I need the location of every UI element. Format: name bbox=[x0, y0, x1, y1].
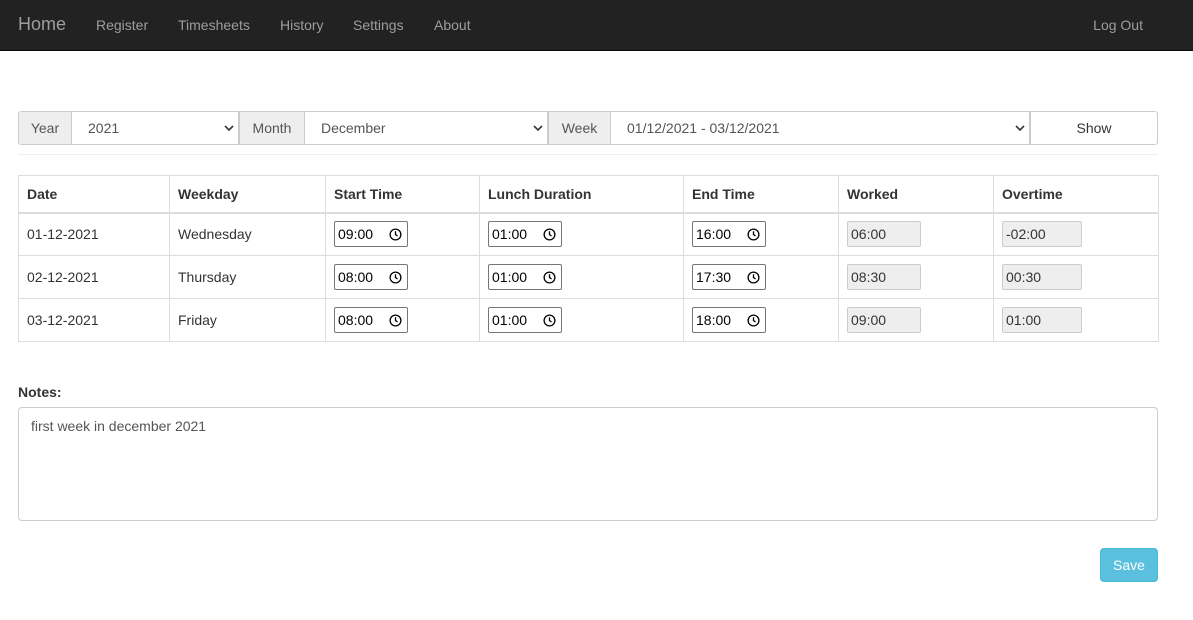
month-select[interactable]: December bbox=[304, 111, 548, 145]
worked-field: 06:00 bbox=[847, 221, 921, 248]
week-select-value: 01/12/2021 - 03/12/2021 bbox=[627, 120, 780, 136]
clock-icon[interactable] bbox=[389, 228, 402, 241]
weekday-cell: Wednesday bbox=[169, 212, 326, 256]
header-weekday: Weekday bbox=[169, 175, 326, 214]
clock-icon[interactable] bbox=[543, 314, 556, 327]
weekday-cell: Thursday bbox=[169, 255, 326, 299]
clock-icon[interactable] bbox=[747, 314, 760, 327]
clock-icon[interactable] bbox=[747, 228, 760, 241]
end-time-value: 17:30 bbox=[696, 269, 732, 285]
notes-label: Notes: bbox=[18, 384, 62, 400]
clock-icon[interactable] bbox=[389, 314, 402, 327]
table-row: 02-12-2021 Thursday 08:00 01:00 17:30 08… bbox=[18, 255, 1159, 299]
date-cell: 02-12-2021 bbox=[18, 255, 170, 299]
overtime-field: -02:00 bbox=[1002, 221, 1082, 248]
date-cell: 03-12-2021 bbox=[18, 298, 170, 342]
nav-register-link[interactable]: Register bbox=[96, 16, 148, 34]
start-time-input[interactable]: 08:00 bbox=[334, 264, 408, 290]
week-label: Week bbox=[548, 111, 611, 145]
year-label: Year bbox=[18, 111, 72, 145]
table-header-row: Date Weekday Start Time Lunch Duration E… bbox=[18, 175, 1159, 214]
start-time-value: 08:00 bbox=[338, 312, 374, 328]
lunch-duration-input[interactable]: 01:00 bbox=[488, 264, 562, 290]
clock-icon[interactable] bbox=[747, 271, 760, 284]
week-filter-bar: Year 2021 Month December Week 01/12/2021… bbox=[18, 111, 1158, 145]
end-time-input[interactable]: 18:00 bbox=[692, 307, 766, 333]
navbar: Home Register Timesheets History Setting… bbox=[0, 0, 1193, 51]
chevron-down-icon bbox=[533, 125, 543, 132]
end-time-input[interactable]: 17:30 bbox=[692, 264, 766, 290]
nav-logout-link[interactable]: Log Out bbox=[1093, 16, 1143, 34]
timesheet-table: Date Weekday Start Time Lunch Duration E… bbox=[18, 175, 1159, 342]
month-select-value: December bbox=[321, 120, 386, 136]
clock-icon[interactable] bbox=[543, 228, 556, 241]
nav-history-link[interactable]: History bbox=[280, 16, 324, 34]
worked-field: 08:30 bbox=[847, 264, 921, 290]
start-time-value: 08:00 bbox=[338, 269, 374, 285]
lunch-duration-value: 01:00 bbox=[492, 312, 528, 328]
date-cell: 01-12-2021 bbox=[18, 212, 170, 256]
year-select-value: 2021 bbox=[88, 120, 120, 136]
nav-about-link[interactable]: About bbox=[434, 16, 471, 34]
table-row: 01-12-2021 Wednesday 09:00 01:00 16:00 0… bbox=[18, 212, 1159, 256]
header-start-time: Start Time bbox=[325, 175, 480, 214]
header-end-time: End Time bbox=[683, 175, 839, 214]
start-time-value: 09:00 bbox=[338, 226, 374, 243]
year-select[interactable]: 2021 bbox=[71, 111, 239, 145]
nav-settings-link[interactable]: Settings bbox=[353, 16, 404, 34]
worked-field: 09:00 bbox=[847, 307, 921, 333]
lunch-duration-input[interactable]: 01:00 bbox=[488, 221, 562, 248]
notes-textarea[interactable]: first week in december 2021 bbox=[18, 407, 1158, 521]
show-button[interactable]: Show bbox=[1030, 111, 1158, 145]
header-overtime: Overtime bbox=[993, 175, 1159, 214]
nav-timesheets-link[interactable]: Timesheets bbox=[178, 16, 250, 34]
end-time-value: 18:00 bbox=[696, 312, 732, 328]
start-time-input[interactable]: 08:00 bbox=[334, 307, 408, 333]
header-date: Date bbox=[18, 175, 170, 214]
divider bbox=[18, 154, 1158, 155]
header-lunch-duration: Lunch Duration bbox=[479, 175, 684, 214]
overtime-field: 00:30 bbox=[1002, 264, 1082, 290]
overtime-field: 01:00 bbox=[1002, 307, 1082, 333]
lunch-duration-value: 01:00 bbox=[492, 226, 528, 243]
lunch-duration-value: 01:00 bbox=[492, 269, 528, 285]
header-worked: Worked bbox=[838, 175, 994, 214]
weekday-cell: Friday bbox=[169, 298, 326, 342]
save-button[interactable]: Save bbox=[1100, 548, 1158, 582]
end-time-input[interactable]: 16:00 bbox=[692, 221, 766, 248]
clock-icon[interactable] bbox=[389, 271, 402, 284]
lunch-duration-input[interactable]: 01:00 bbox=[488, 307, 562, 333]
month-label: Month bbox=[239, 111, 305, 145]
chevron-down-icon bbox=[224, 125, 234, 132]
chevron-down-icon bbox=[1015, 125, 1025, 132]
week-select[interactable]: 01/12/2021 - 03/12/2021 bbox=[610, 111, 1030, 145]
start-time-input[interactable]: 09:00 bbox=[334, 221, 408, 248]
nav-home-link[interactable]: Home bbox=[18, 14, 66, 34]
clock-icon[interactable] bbox=[543, 271, 556, 284]
table-row: 03-12-2021 Friday 08:00 01:00 18:00 09:0… bbox=[18, 298, 1159, 342]
end-time-value: 16:00 bbox=[696, 226, 732, 243]
